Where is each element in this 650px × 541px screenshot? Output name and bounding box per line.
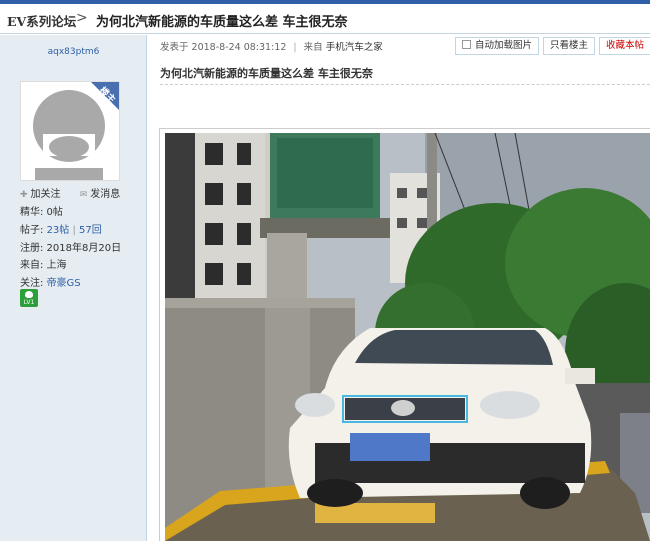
stat-interest-link[interactable]: 帝豪GS <box>47 278 81 289</box>
stat-essence: 精华: 0帖 <box>20 207 63 218</box>
auto-load-images-toggle[interactable]: 自动加载图片 <box>454 37 539 55</box>
stat-replies-count[interactable]: 57回 <box>79 225 102 236</box>
level-badge-icon: LV1 <box>20 289 38 307</box>
avatar[interactable]: 楼主 <box>20 81 120 181</box>
stat-interest: 关注: 帝豪GS <box>20 274 81 289</box>
car-on-tow-truck-photo <box>165 133 650 541</box>
plus-icon: ✚ <box>20 190 28 200</box>
thread-title: 为何北汽新能源的车质量这么差 车主很无奈 <box>96 15 348 30</box>
post-title: 为何北汽新能源的车质量这么差 车主很无奈 <box>160 67 373 80</box>
breadcrumb-separator: > <box>76 10 88 26</box>
stat-interest-label: 关注: <box>20 278 44 289</box>
checkbox-icon[interactable] <box>461 40 471 49</box>
post-image[interactable] <box>165 133 650 541</box>
post-source-label: 来自 <box>303 42 323 53</box>
follow-button[interactable]: ✚ 加关注 <box>20 189 69 200</box>
thread-header: EV系列论坛 > 为何北汽新能源的车质量这么差 车主很无奈 <box>0 4 650 34</box>
author-sidebar: aqx83ptm6 楼主 ✚ 加关注 ✉ 发消息 精华: 0帖 帖子: 23帖 | … <box>0 35 147 541</box>
only-author-button[interactable]: 只看楼主 <box>542 37 595 55</box>
follow-label: 加关注 <box>30 189 61 200</box>
stat-registered: 注册: 2018年8月20日 <box>20 243 122 254</box>
post-date: 发表于 2018-8-24 08:31:12 <box>160 42 287 53</box>
stat-posts-label: 帖子: <box>20 225 44 236</box>
stat-posts-count[interactable]: 23帖 <box>47 225 70 236</box>
auto-load-images-label: 自动加载图片 <box>474 40 532 51</box>
author-username[interactable]: aqx83ptm6 <box>0 47 147 57</box>
message-button[interactable]: ✉ 发消息 <box>80 189 129 200</box>
stat-posts: 帖子: 23帖 | 57回 <box>20 225 102 236</box>
forum-breadcrumb-link[interactable]: EV系列论坛 <box>7 11 76 30</box>
post-meta: 发表于 2018-8-24 08:31:12 | 来自 手机汽车之家 <box>160 42 383 53</box>
favorite-button[interactable]: 收藏本帖 <box>598 37 650 55</box>
envelope-icon: ✉ <box>79 190 88 200</box>
author-actions: ✚ 加关注 ✉ 发消息 <box>20 185 136 200</box>
stat-from: 来自: 上海 <box>20 260 67 271</box>
message-label: 发消息 <box>90 189 121 200</box>
post-toolbar: 自动加载图片 只看楼主 收藏本帖 <box>451 37 650 55</box>
post-source-app[interactable]: 手机汽车之家 <box>326 42 383 53</box>
divider <box>160 84 650 85</box>
